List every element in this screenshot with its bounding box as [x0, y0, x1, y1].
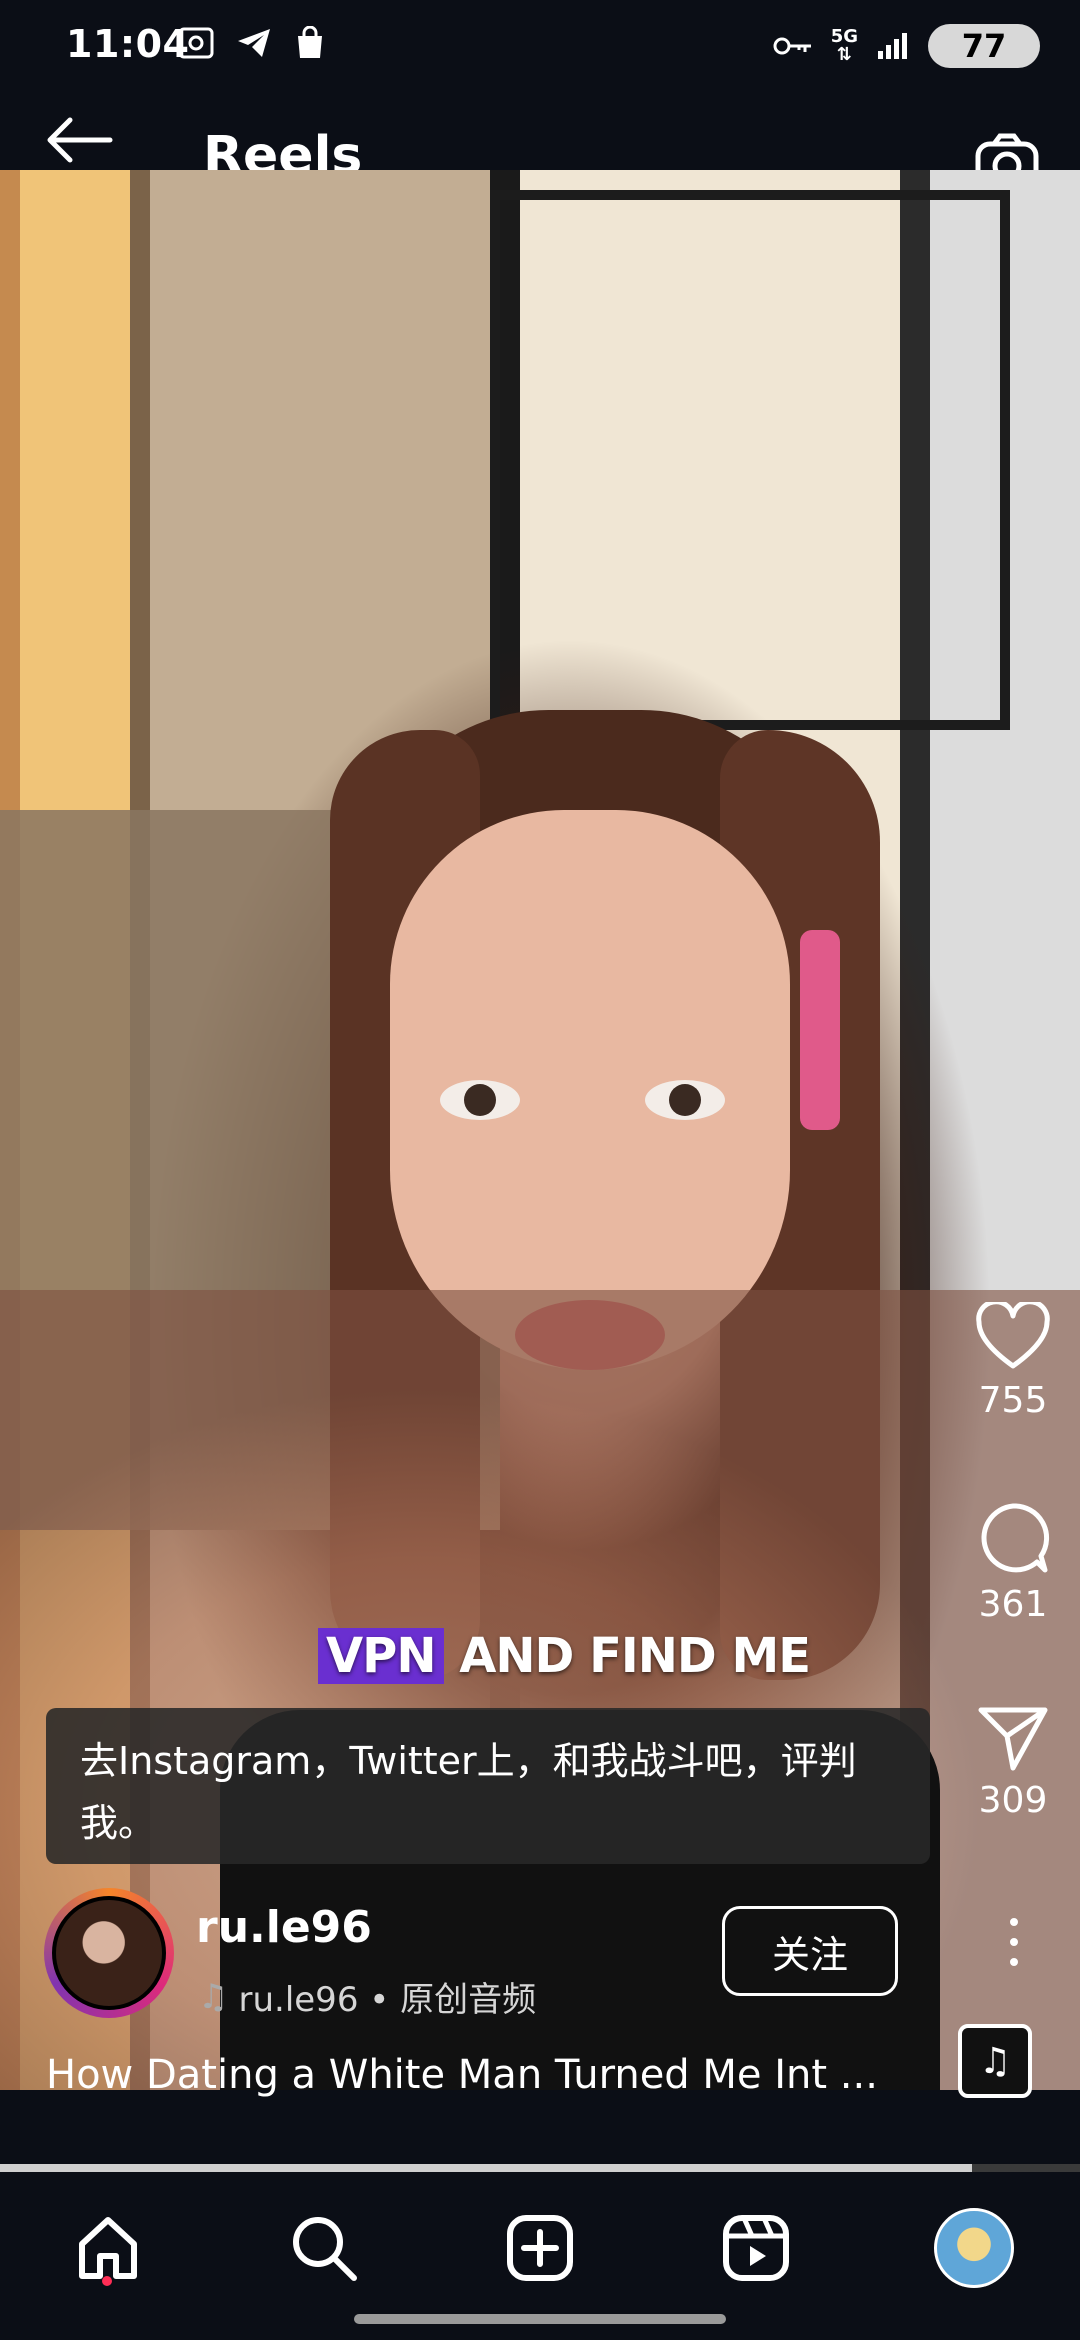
screenshot-icon	[178, 27, 214, 59]
vpn-key-icon	[773, 37, 811, 55]
author-username[interactable]: ru.le96	[196, 1902, 372, 1953]
comment-action[interactable]: 361	[968, 1500, 1058, 1625]
send-icon[interactable]	[977, 1702, 1049, 1772]
video-progress-bar[interactable]	[0, 2164, 1080, 2172]
music-note-icon: ♫	[198, 1976, 229, 2017]
create-icon[interactable]	[504, 2212, 576, 2284]
status-bar: 11:04 5G ⇅ 77	[0, 0, 1080, 100]
follow-button[interactable]: 关注	[722, 1906, 898, 1996]
status-time: 11:04	[66, 22, 190, 66]
signal-icon	[878, 33, 907, 59]
audio-thumbnail[interactable]: ♫	[958, 2024, 1032, 2098]
video-progress-fill	[0, 2164, 972, 2172]
profile-avatar[interactable]	[934, 2208, 1014, 2288]
heart-icon[interactable]	[975, 1299, 1051, 1372]
audio-info[interactable]: ♫ ru.le96 • 原创音频	[198, 1972, 536, 2021]
network-indicator: 5G ⇅	[830, 26, 858, 65]
notification-dot	[102, 2276, 112, 2286]
home-icon[interactable]	[72, 2212, 144, 2284]
share-count: 309	[978, 1780, 1048, 1821]
music-note-icon: ♫	[978, 2040, 1012, 2082]
audio-label: ru.le96 • 原创音频	[238, 1980, 537, 2020]
caption-highlight: VPN	[318, 1628, 444, 1684]
like-action[interactable]: 755	[968, 1299, 1058, 1421]
header-bar	[0, 100, 1080, 170]
comment-count: 361	[978, 1584, 1048, 1625]
telegram-icon	[238, 29, 270, 57]
shopping-bag-icon	[298, 26, 322, 58]
video-caption-overlay: VPN AND FIND ME	[318, 1628, 811, 1684]
home-indicator[interactable]	[354, 2314, 726, 2324]
back-arrow-icon[interactable]	[40, 110, 120, 170]
caption-rest: AND FIND ME	[443, 1628, 811, 1684]
reel-description[interactable]: How Dating a White Man Turned Me Int ...	[46, 2052, 906, 2098]
battery-indicator: 77	[928, 24, 1040, 68]
like-count: 755	[978, 1380, 1048, 1421]
search-icon[interactable]	[288, 2212, 360, 2284]
translation-subtitle: 去Instagram，Twitter上，和我战斗吧，评判我。	[80, 1739, 857, 1845]
comment-bubble-icon[interactable]	[975, 1500, 1051, 1576]
author-avatar[interactable]	[52, 1896, 166, 2010]
reels-icon[interactable]	[720, 2212, 792, 2284]
more-options-icon[interactable]	[994, 1912, 1034, 1972]
translation-subtitle-box: 去Instagram，Twitter上，和我战斗吧，评判我。	[46, 1708, 930, 1864]
share-action[interactable]: 309	[968, 1702, 1058, 1821]
